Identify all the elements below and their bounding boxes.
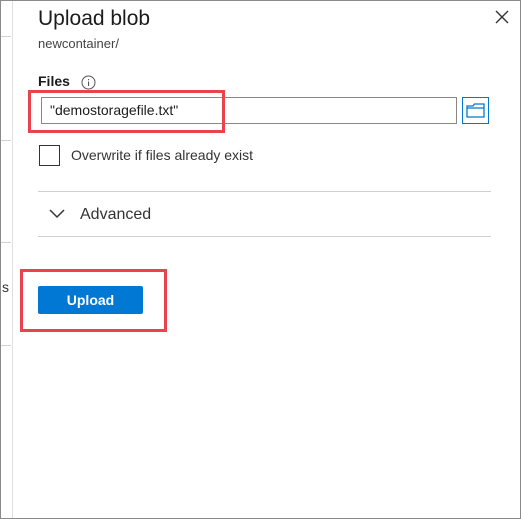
- background-divider: [1, 140, 11, 141]
- advanced-label: Advanced: [80, 206, 152, 223]
- files-label: Files: [38, 73, 70, 89]
- info-icon[interactable]: [81, 75, 96, 90]
- section-divider: [38, 191, 491, 192]
- container-path: newcontainer/: [38, 36, 119, 51]
- upload-blob-window: s Upload blob newcontainer/ Files "demos…: [0, 0, 521, 519]
- background-divider: [1, 242, 11, 243]
- files-input-highlight: [28, 90, 225, 133]
- close-button[interactable]: [493, 8, 511, 26]
- close-icon: [495, 10, 509, 24]
- overwrite-checkbox-label: Overwrite if files already exist: [71, 147, 254, 163]
- background-partial-text: s: [2, 279, 9, 295]
- chevron-down-icon: [49, 209, 65, 219]
- section-divider: [38, 236, 491, 237]
- background-divider: [1, 345, 11, 346]
- panel-divider: [12, 1, 13, 518]
- background-divider: [1, 36, 11, 37]
- browse-files-button[interactable]: [462, 97, 489, 124]
- overwrite-checkbox[interactable]: [39, 145, 60, 166]
- upload-button-highlight: [20, 269, 167, 332]
- panel-title: Upload blob: [38, 7, 151, 30]
- advanced-toggle[interactable]: Advanced: [38, 194, 491, 236]
- folder-icon: [466, 103, 485, 118]
